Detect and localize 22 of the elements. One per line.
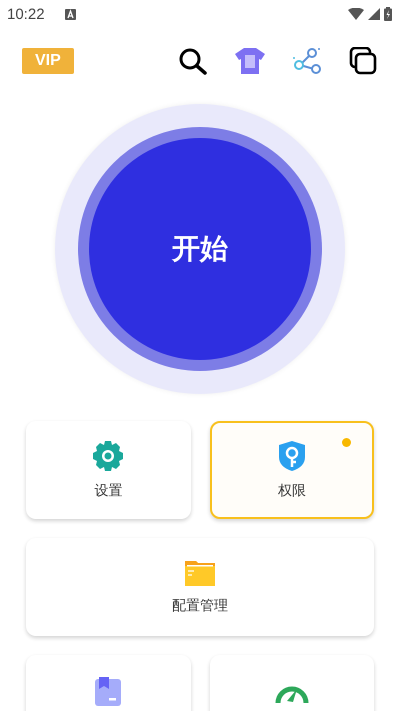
notification-dot [342, 438, 351, 447]
tile-label: 配置管理 [172, 597, 228, 615]
menu-tile[interactable]: 设置 [26, 421, 190, 519]
folder-icon [184, 559, 216, 587]
copy-icon[interactable] [348, 47, 378, 75]
tile-label: 设置 [94, 482, 122, 500]
menu-tile[interactable]: 权限 [210, 421, 374, 519]
signal-icon [368, 8, 380, 20]
menu-tile[interactable]: 配置管理 [26, 538, 374, 636]
tile-label: 权限 [278, 482, 306, 500]
gear-icon [92, 440, 124, 472]
share-icon[interactable] [292, 47, 322, 75]
shield-key-icon [276, 440, 307, 472]
start-button[interactable]: 开始 [89, 138, 311, 360]
battery-icon [384, 7, 392, 21]
gauge-icon [274, 686, 309, 703]
wifi-icon [348, 8, 364, 20]
notification-icon [64, 8, 76, 20]
bookmark-box-icon [94, 677, 122, 707]
search-icon[interactable] [178, 47, 208, 75]
t-shirt-icon[interactable] [234, 47, 266, 75]
status-time: 10:22 [7, 6, 45, 22]
